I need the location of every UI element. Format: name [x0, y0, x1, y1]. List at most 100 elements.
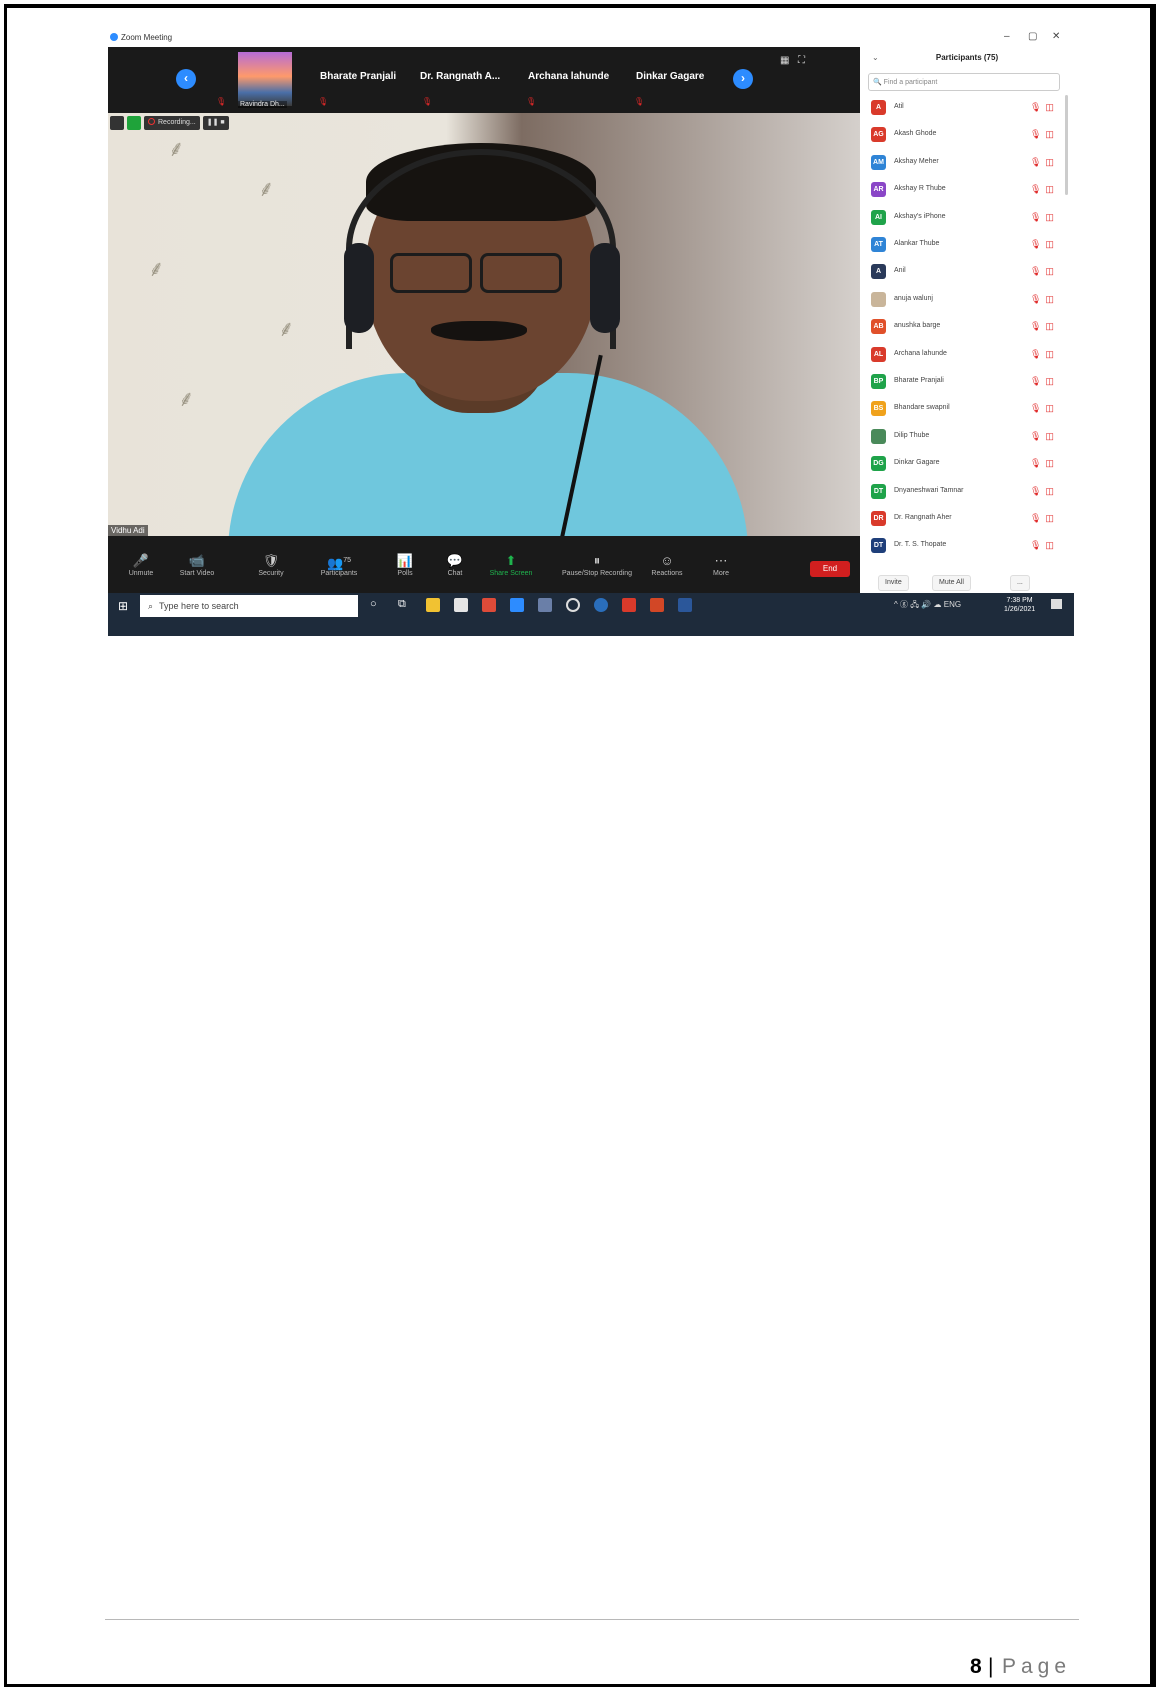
pdf-reader-icon[interactable] — [622, 598, 636, 612]
participant-row[interactable]: AL Archana lahunde 🎙◫ — [860, 342, 1074, 368]
participant-name: Akash Ghode — [894, 130, 937, 138]
media-player-icon[interactable] — [566, 598, 580, 612]
avatar: AL — [871, 346, 886, 362]
more-options-button[interactable]: ... — [1010, 575, 1030, 591]
info-icon[interactable] — [110, 116, 124, 130]
participant-row[interactable]: BP Bharate Pranjali 🎙◫ — [860, 369, 1074, 395]
participant-row[interactable]: AI Akshay's iPhone 🎙◫ — [860, 205, 1074, 231]
pause-recording-icon: ⏸ — [593, 553, 601, 568]
participant-row[interactable]: A Atil 🎙◫ — [860, 95, 1074, 121]
participant-row[interactable]: AM Akshay Meher 🎙◫ — [860, 150, 1074, 176]
participant-name: Bharate Pranjali — [894, 377, 944, 384]
footer-rule — [105, 1619, 1079, 1620]
participant-row[interactable]: anuja walunj 🎙◫ — [860, 287, 1074, 313]
powerpoint-icon[interactable] — [650, 598, 664, 612]
security-button[interactable]: 🛡 Security — [238, 552, 304, 577]
word-icon[interactable] — [678, 598, 692, 612]
prev-page-button[interactable]: ‹ — [176, 69, 196, 89]
thumbnail-video[interactable]: Ravindra Dh... — [238, 52, 292, 108]
participant-name: Dinkar Gagare — [894, 459, 940, 467]
participant-row[interactable]: Dilip Thube 🎙◫ — [860, 424, 1074, 450]
encryption-shield-icon[interactable] — [127, 116, 141, 130]
participant-list: A Atil 🎙◫ AG Akash Ghode 🎙◫ AM Akshay Meher 🎙◫ AR… — [860, 95, 1074, 555]
chrome-icon[interactable] — [482, 598, 496, 612]
participant-row[interactable]: DT Dr. T. S. Thopate 🎙◫ — [860, 533, 1074, 555]
participant-name: anushka barge — [894, 322, 941, 330]
participant-row[interactable]: DG Dinkar Gagare 🎙◫ — [860, 451, 1074, 477]
recording-bar: Recording... ❚❚ ■ — [110, 115, 229, 131]
participant-row[interactable]: AB anushka barge 🎙◫ — [860, 314, 1074, 340]
toolbar-label: Participants — [320, 570, 358, 577]
participant-name: anuja walunj — [894, 294, 933, 302]
record-dot-icon — [148, 118, 155, 125]
participant-row[interactable]: A Anil 🎙◫ — [860, 259, 1074, 285]
participant-name: Bhandare swapnil — [894, 404, 950, 412]
invite-button[interactable]: Invite — [878, 575, 909, 591]
toolbar-label: Security — [258, 570, 284, 577]
participant-name: Alankar Thube — [894, 240, 940, 247]
participants-count-badge: 75 — [343, 557, 351, 564]
find-participant-input[interactable]: 🔍 Find a participant — [868, 73, 1060, 91]
windows-taskbar: ⊞ ⌕ Type here to search ○ ⧉ ^ ⓖ 🖧 🔊 ☁ ENG… — [108, 593, 1074, 636]
participant-row[interactable]: AR Akshay R Thube 🎙◫ — [860, 177, 1074, 203]
camera-app-icon[interactable] — [538, 598, 552, 612]
muted-mic-video-off-icon: 🎙◫ — [1030, 458, 1058, 469]
zoom-taskbar-icon[interactable] — [510, 598, 524, 612]
store-icon[interactable] — [454, 598, 468, 612]
close-button[interactable]: ✕ — [1052, 31, 1060, 42]
browser-icon[interactable] — [594, 598, 608, 612]
avatar: DT — [871, 483, 886, 499]
taskbar-clock[interactable]: 7:38 PM 1/26/2021 — [1004, 596, 1035, 614]
muted-mic-video-off-icon: 🎙◫ — [1030, 321, 1058, 332]
muted-mic-icon: 🎙 — [318, 97, 329, 106]
avatar: BS — [871, 401, 886, 417]
cortana-icon[interactable]: ○ — [370, 598, 384, 612]
notification-icon[interactable] — [1051, 599, 1062, 609]
muted-mic-icon: 🎙 — [422, 97, 433, 106]
zoom-logo-icon — [110, 33, 118, 41]
minimize-button[interactable]: – — [1004, 31, 1010, 42]
system-tray[interactable]: ^ ⓖ 🖧 🔊 ☁ ENG — [894, 599, 961, 613]
start-video-button[interactable]: 📹 Start Video — [164, 552, 230, 577]
taskbar-search-input[interactable]: ⌕ Type here to search — [140, 595, 358, 617]
muted-mic-icon: 🎙 — [526, 97, 537, 106]
next-page-button[interactable]: › — [733, 69, 753, 89]
pause-stop-recording-button[interactable]: ⏸ Pause/Stop Recording — [552, 552, 642, 577]
search-icon: ⌕ — [148, 601, 154, 611]
maximize-button[interactable]: ▢ — [1028, 31, 1037, 42]
avatar — [871, 291, 886, 307]
share-screen-button[interactable]: ⬆ Share Screen — [478, 552, 544, 577]
participant-scrollbar[interactable] — [1065, 95, 1068, 195]
fullscreen-icon[interactable]: ⛶ — [798, 55, 805, 66]
participant-row[interactable]: AT Alankar Thube 🎙◫ — [860, 232, 1074, 258]
participant-row[interactable]: DR Dr. Rangnath Aher 🎙◫ — [860, 506, 1074, 532]
muted-mic-video-off-icon: 🎙◫ — [1030, 129, 1058, 140]
muted-mic-video-off-icon: 🎙◫ — [1030, 485, 1058, 496]
avatar: DR — [871, 511, 886, 526]
windows-start-icon[interactable]: ⊞ — [118, 599, 128, 613]
participant-row[interactable]: DT Dnyaneshwari Tamnar 🎙◫ — [860, 479, 1074, 505]
search-placeholder: Type here to search — [159, 601, 239, 611]
task-view-icon[interactable]: ⧉ — [398, 598, 412, 612]
mute-all-button[interactable]: Mute All — [932, 575, 971, 591]
participants-panel: ⌄ Participants (75) 🔍 Find a participant… — [860, 47, 1074, 593]
end-meeting-button[interactable]: End — [810, 561, 850, 577]
participant-row[interactable]: AG Akash Ghode 🎙◫ — [860, 122, 1074, 148]
file-explorer-icon[interactable] — [426, 598, 440, 612]
avatar: BP — [871, 374, 886, 389]
meeting-toolbar: 🎤 Unmute 📹 Start Video 🛡 Security 👥75 Partic… — [108, 536, 860, 592]
gallery-view-icon[interactable]: ▦ — [780, 55, 789, 66]
chevron-down-icon[interactable]: ⌄ — [872, 47, 879, 69]
participants-footer: Invite Mute All ... — [860, 573, 1074, 593]
curtain-pattern: ⸙ — [168, 136, 185, 161]
tile-name: Bharate Pranjali — [320, 71, 397, 82]
more-button[interactable]: ⋯ More — [688, 552, 754, 577]
tile-name: Dinkar Gagare — [636, 71, 705, 82]
participants-header: ⌄ Participants (75) — [860, 47, 1074, 69]
curtain-pattern: ⸙ — [278, 316, 295, 341]
participants-button[interactable]: 👥75 Participants — [306, 552, 372, 577]
muted-mic-video-off-icon: 🎙◫ — [1030, 184, 1058, 195]
participant-row[interactable]: BS Bhandare swapnil 🎙◫ — [860, 396, 1074, 422]
curtain-pattern: ⸙ — [258, 176, 275, 201]
pause-stop-controls[interactable]: ❚❚ ■ — [202, 116, 229, 130]
